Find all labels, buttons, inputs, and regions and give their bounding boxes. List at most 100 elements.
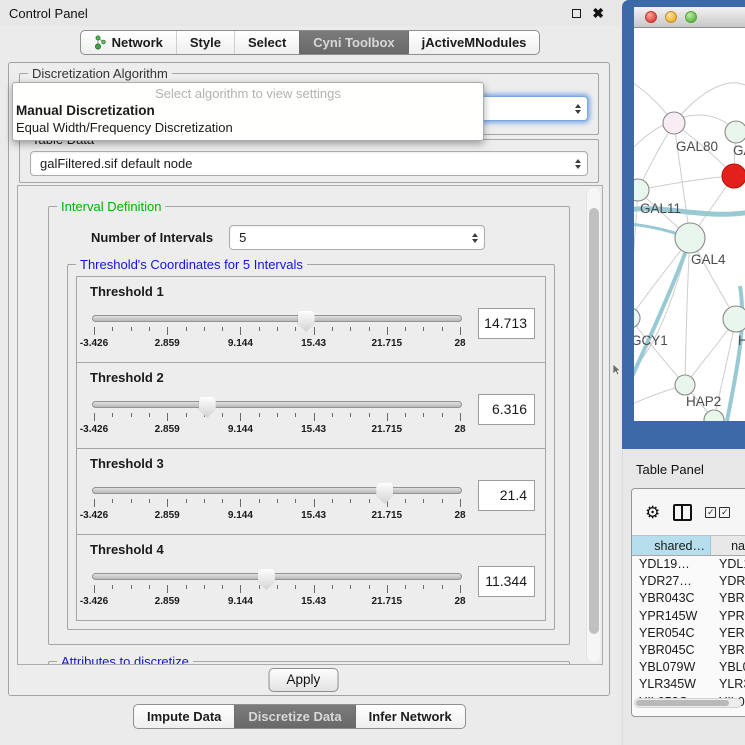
- apply-button[interactable]: Apply: [269, 668, 339, 692]
- dropdown-option[interactable]: Equal Width/Frequency Discretization: [13, 119, 483, 136]
- algorithm-dropdown-popup: Select algorithm to view settings Manual…: [12, 82, 484, 141]
- network-window-titlebar[interactable]: [634, 7, 745, 28]
- table-data-combobox[interactable]: galFiltered.sif default node: [30, 151, 588, 176]
- column-header-shared[interactable]: shared…: [632, 536, 711, 555]
- settings-scrollbar-thumb[interactable]: [589, 208, 599, 634]
- table-panel: Table Panel ⚙ ✓ ✓ shared… na YDL19…YDL1Y…: [622, 449, 745, 745]
- network-edge[interactable]: [638, 176, 734, 190]
- select-checkboxes-icon[interactable]: ✓ ✓: [705, 507, 730, 518]
- network-edge[interactable]: [685, 238, 690, 385]
- number-of-intervals-value: 5: [239, 230, 246, 245]
- slider-track[interactable]: [92, 573, 462, 580]
- group-title: Threshold's Coordinates for 5 Intervals: [76, 257, 307, 272]
- network-node[interactable]: [723, 306, 745, 332]
- slider-tick-labels: -3.4262.8599.14415.4321.71528: [94, 338, 460, 350]
- threshold-value-field[interactable]: 11.344: [478, 566, 535, 597]
- cell-shared-name[interactable]: YLR345W: [632, 676, 711, 693]
- checkbox-icon[interactable]: ✓: [705, 507, 716, 518]
- table-row[interactable]: YBL079WYBL0: [632, 659, 745, 676]
- cell-name[interactable]: YDR2: [711, 573, 745, 590]
- table-row[interactable]: YBR043CYBR0: [632, 590, 745, 607]
- threshold-value-field[interactable]: 21.4: [478, 480, 535, 511]
- top-tab-bar: Network StyleSelectCyni ToolboxjActiveMNo…: [0, 30, 620, 55]
- mouse-cursor: [613, 364, 622, 376]
- slider-track[interactable]: [92, 315, 462, 322]
- table-toolbar: ⚙ ✓ ✓: [632, 489, 745, 535]
- tab-select[interactable]: Select: [234, 31, 299, 54]
- dropdown-option[interactable]: Manual Discretization: [13, 102, 483, 119]
- cell-name[interactable]: YBR0: [711, 590, 745, 607]
- dropdown-placeholder[interactable]: Select algorithm to view settings: [13, 85, 483, 102]
- cell-shared-name[interactable]: YPR145W: [632, 608, 711, 625]
- combobox-arrows-icon: [472, 233, 478, 243]
- network-node[interactable]: [634, 308, 640, 328]
- threshold-slider[interactable]: -3.4262.8599.14415.4321.71528: [92, 483, 462, 525]
- float-window-icon[interactable]: [572, 9, 581, 18]
- cell-name[interactable]: YER0: [711, 625, 745, 642]
- bottom-tab-impute-data[interactable]: Impute Data: [134, 705, 234, 728]
- node-label: GAL4: [691, 252, 726, 267]
- threshold-slider[interactable]: -3.4262.8599.14415.4321.71528: [92, 569, 462, 611]
- minimize-traffic-light-icon[interactable]: [665, 11, 677, 23]
- network-node[interactable]: [722, 164, 745, 188]
- cell-shared-name[interactable]: YBR043C: [632, 590, 711, 607]
- control-panel: Control Panel ✖ NetworkStyleSelectCyni T…: [0, 0, 620, 745]
- number-of-intervals-combobox[interactable]: 5: [229, 225, 485, 250]
- threshold-label: Threshold 4: [90, 542, 535, 557]
- gear-icon[interactable]: ⚙: [645, 504, 660, 521]
- threshold-slider[interactable]: -3.4262.8599.14415.4321.71528: [92, 311, 462, 353]
- slider-tick-labels: -3.4262.8599.14415.4321.71528: [94, 510, 460, 522]
- table-row[interactable]: YPR145WYPR1: [632, 608, 745, 625]
- group-title: Attributes to discretize: [57, 654, 193, 665]
- column-header-name[interactable]: na: [711, 536, 745, 555]
- cell-shared-name[interactable]: YDL19…: [632, 556, 711, 573]
- cell-name[interactable]: YPR1: [711, 608, 745, 625]
- tab-network[interactable]: Network: [81, 31, 176, 54]
- table-row[interactable]: YER054CYER0: [632, 625, 745, 642]
- tab-style[interactable]: Style: [176, 31, 234, 54]
- bottom-tab-infer-network[interactable]: Infer Network: [355, 705, 465, 728]
- cell-name[interactable]: YLR3: [711, 676, 745, 693]
- table-row[interactable]: YDR27…YDR2: [632, 573, 745, 590]
- cell-shared-name[interactable]: YBR045C: [632, 642, 711, 659]
- slider-track[interactable]: [92, 487, 462, 494]
- table-row[interactable]: YLR345WYLR3: [632, 676, 745, 693]
- tab-jactivemnodules[interactable]: jActiveMNodules: [408, 31, 540, 54]
- network-node[interactable]: [675, 375, 695, 395]
- close-icon[interactable]: ✖: [592, 6, 604, 20]
- table-row[interactable]: YBR045CYBR0: [632, 642, 745, 659]
- threshold-value-field[interactable]: 14.713: [478, 308, 535, 339]
- threshold-slider[interactable]: -3.4262.8599.14415.4321.71528: [92, 397, 462, 439]
- table-horizontal-scrollbar[interactable]: [634, 698, 742, 708]
- network-node[interactable]: [725, 121, 745, 143]
- cell-shared-name[interactable]: YDR27…: [632, 573, 711, 590]
- network-canvas[interactable]: GAL80GAGAL11GAL4GCY1HAHAP2: [634, 28, 745, 421]
- threshold-label: Threshold 2: [90, 370, 535, 385]
- network-node[interactable]: [634, 179, 649, 201]
- slider-tick-labels: -3.4262.8599.14415.4321.71528: [94, 424, 460, 436]
- table-data-group: Table Data galFiltered.sif default node: [19, 139, 599, 183]
- thresholds-coordinates-group: Threshold's Coordinates for 5 Intervals …: [67, 264, 555, 630]
- cell-name[interactable]: YBR0: [711, 642, 745, 659]
- tab-label: Network: [112, 35, 163, 50]
- zoom-traffic-light-icon[interactable]: [685, 11, 697, 23]
- cell-name[interactable]: YBL0: [711, 659, 745, 676]
- threshold-value-field[interactable]: 6.316: [478, 394, 535, 425]
- table-row[interactable]: YDL19…YDL1: [632, 556, 745, 573]
- columns-icon[interactable]: [673, 504, 692, 521]
- slider-track[interactable]: [92, 401, 462, 408]
- bottom-tab-discretize-data[interactable]: Discretize Data: [234, 705, 354, 728]
- settings-scrollbar[interactable]: [586, 188, 600, 662]
- network-edge[interactable]: [634, 240, 690, 390]
- cell-shared-name[interactable]: YER054C: [632, 625, 711, 642]
- threshold-2-box: Threshold 2 -3.4262.8599.14415.4321.71528…: [76, 362, 546, 449]
- table-scrollbar-thumb[interactable]: [636, 700, 729, 706]
- checkbox-icon[interactable]: ✓: [719, 507, 730, 518]
- cell-name[interactable]: YDL1: [711, 556, 745, 573]
- close-traffic-light-icon[interactable]: [645, 11, 657, 23]
- node-label: HAP2: [686, 394, 721, 409]
- network-node[interactable]: [663, 112, 685, 134]
- network-node[interactable]: [675, 223, 705, 253]
- cell-shared-name[interactable]: YBL079W: [632, 659, 711, 676]
- tab-cyni-toolbox[interactable]: Cyni Toolbox: [299, 31, 407, 54]
